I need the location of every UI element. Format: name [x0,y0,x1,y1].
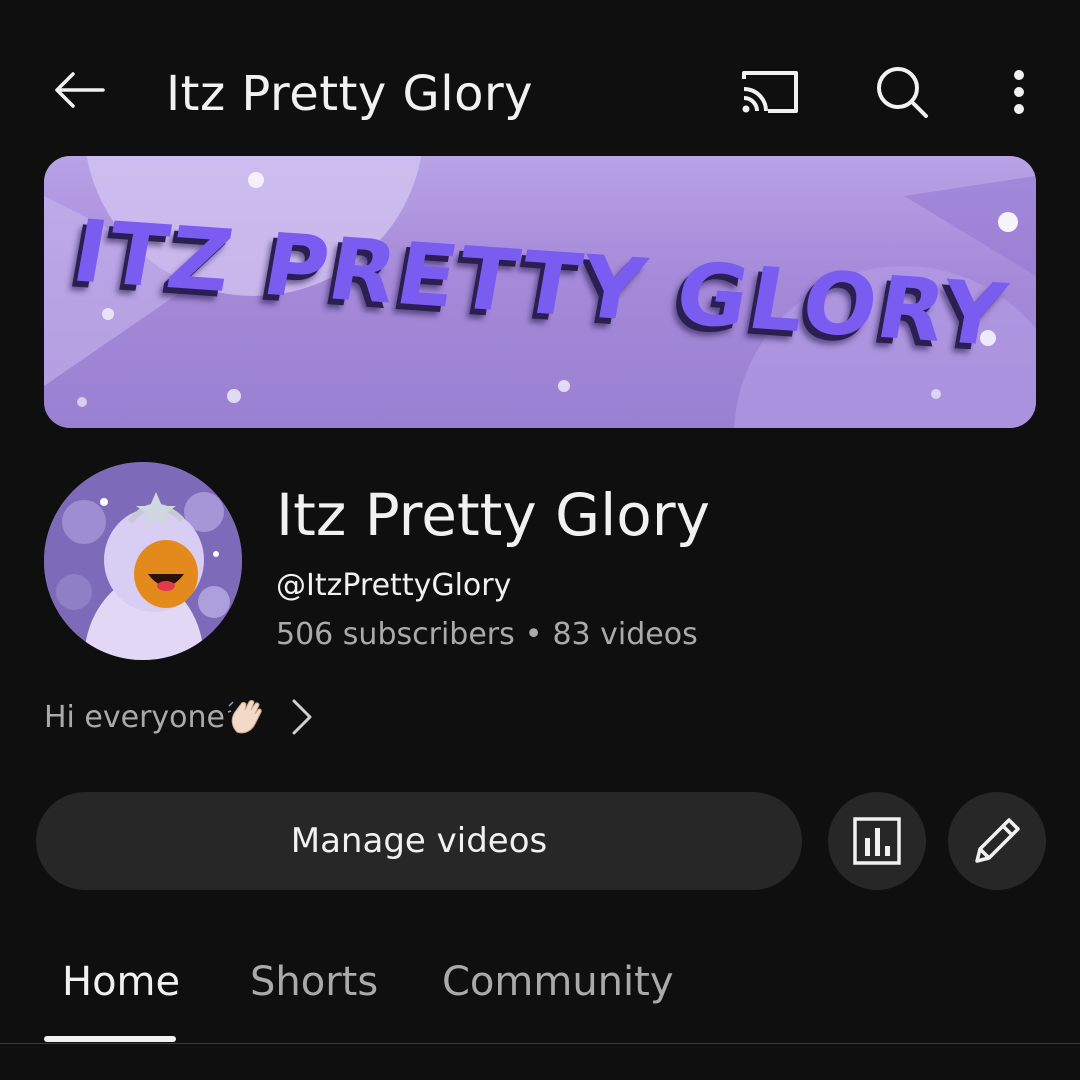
analytics-button[interactable] [828,792,926,890]
stats-separator: • [524,617,543,652]
back-button[interactable] [44,58,114,122]
description-text: Hi everyone [44,699,226,735]
channel-stats: 506 subscribers • 83 videos [276,616,698,654]
active-tab-indicator [44,1036,176,1042]
manage-videos-button[interactable]: Manage videos [36,792,802,890]
channel-handle: @ItzPrettyGlory [276,568,512,603]
channel-tabs: Home Shorts Community [0,940,1080,1044]
waving-hand-icon [227,698,265,736]
video-count: 83 videos [552,617,698,652]
search-icon [877,67,928,118]
more-options-button[interactable] [994,58,1044,126]
chevron-right-icon[interactable] [286,698,318,736]
channel-banner[interactable]: ITZ PRETTY GLORY [44,156,1036,428]
edit-channel-button[interactable] [948,792,1046,890]
tab-community[interactable]: Community [442,952,674,1012]
tab-home[interactable]: Home [62,952,180,1012]
more-vert-icon [1014,70,1024,114]
channel-description[interactable]: Hi everyone [44,694,265,740]
avatar-image [44,462,242,660]
search-button[interactable] [866,56,938,128]
edit-pencil-icon [975,818,1020,863]
cast-button[interactable] [734,60,806,124]
tabs-divider [0,1043,1080,1044]
tab-shorts[interactable]: Shorts [250,952,378,1012]
cast-icon [742,71,798,113]
channel-page: Itz Pretty Glory ITZ PRETTY GLORY Itz Pr… [0,0,1080,1080]
subscriber-count: 506 subscribers [276,617,515,652]
top-app-bar: Itz Pretty Glory [0,0,1080,150]
channel-name: Itz Pretty Glory [276,481,710,549]
analytics-icon [853,817,901,865]
back-arrow-icon [55,72,105,108]
top-bar-title: Itz Pretty Glory [166,66,534,122]
channel-avatar[interactable] [44,462,242,660]
